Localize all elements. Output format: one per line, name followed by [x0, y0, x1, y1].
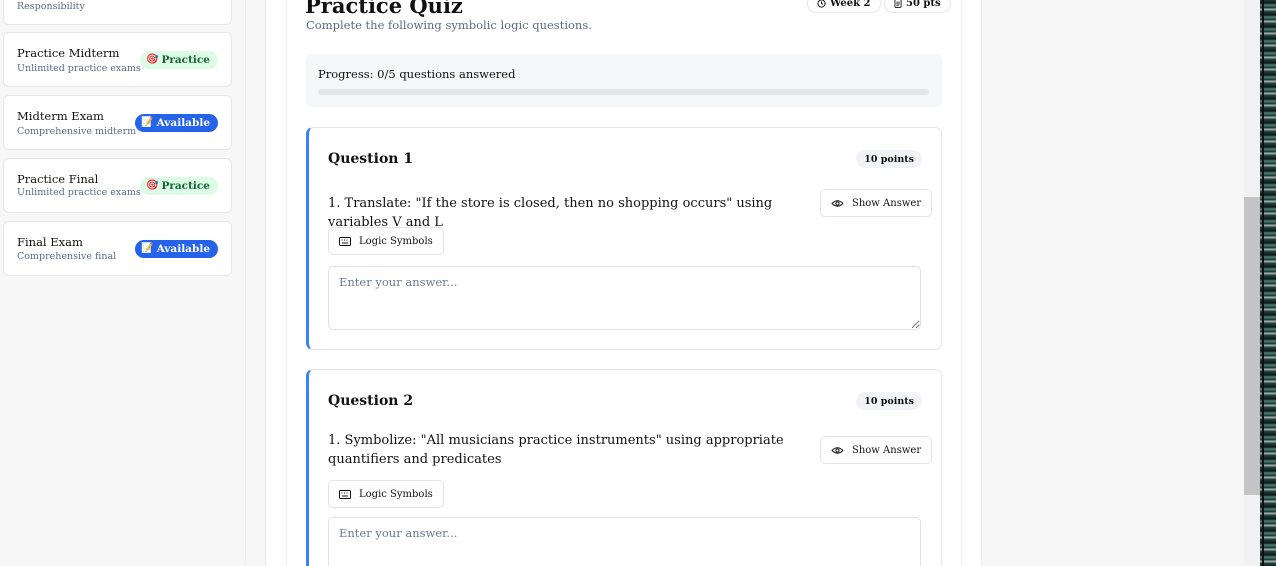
memo-icon: 📝 — [141, 243, 154, 254]
show-answer-label: Show Answer — [852, 444, 922, 456]
sidebar-item-practice-midterm[interactable]: Practice Midterm Unlimited practice exam… — [3, 32, 232, 87]
badge-label: Practice — [161, 54, 210, 66]
sidebar-item-midterm-exam[interactable]: Midterm Exam Comprehensive midterm 📝 Ava… — [3, 95, 232, 150]
eye-icon — [831, 446, 844, 454]
memo-icon: 📝 — [141, 117, 154, 128]
target-icon: 🎯 — [146, 54, 159, 65]
progress-text: Progress: 0/5 questions answered — [318, 67, 516, 81]
answer-input[interactable] — [328, 517, 921, 566]
logic-symbols-button[interactable]: Logic Symbols — [328, 227, 444, 255]
sidebar-item-practice-final[interactable]: Practice Final Unlimited practice exams … — [3, 158, 232, 213]
page-subtitle: Complete the following symbolic logic qu… — [306, 18, 592, 32]
sidebar-item-responsibility[interactable]: Responsibility — [3, 0, 232, 25]
page-title: Practice Quiz — [305, 0, 463, 18]
sidebar-item-title: Final Exam — [17, 235, 83, 249]
sidebar-item-subtitle: Comprehensive midterm — [17, 126, 137, 137]
question-title: Question 2 — [328, 393, 414, 409]
logic-symbols-label: Logic Symbols — [359, 235, 433, 247]
question-card-2: Question 2 10 points 1. Symbolize: "All … — [306, 369, 942, 566]
points-total-label: 50 pts — [906, 0, 941, 9]
progress-panel: Progress: 0/5 questions answered — [306, 54, 942, 107]
sidebar: Responsibility Practice Midterm Unlimite… — [0, 0, 246, 566]
keyboard-icon — [339, 489, 351, 499]
logic-symbols-button[interactable]: Logic Symbols — [328, 480, 444, 508]
scrollbar-thumb[interactable] — [1244, 197, 1260, 495]
sidebar-item-title: Practice Midterm — [17, 46, 120, 60]
show-answer-button[interactable]: Show Answer — [820, 189, 933, 217]
question-card-1: Question 1 10 points 1. Translate: "If t… — [306, 127, 942, 350]
progress-bar — [318, 89, 929, 95]
question-points-badge: 10 points — [856, 150, 922, 168]
target-icon: 🎯 — [146, 180, 159, 191]
week-badge: Week 2 — [807, 0, 881, 13]
show-answer-label: Show Answer — [852, 197, 922, 209]
points-total-badge: 50 pts — [884, 0, 951, 13]
eye-icon — [831, 199, 844, 207]
window-border — [1262, 0, 1264, 566]
question-points-badge: 10 points — [856, 392, 922, 410]
badge-label: Available — [156, 117, 210, 129]
sidebar-item-subtitle: Comprehensive final — [17, 251, 117, 262]
question-title: Question 1 — [328, 151, 414, 167]
available-badge: 📝 Available — [135, 240, 218, 258]
badge-label: Available — [156, 243, 210, 255]
week-label: Week 2 — [830, 0, 871, 9]
badge-label: Practice — [161, 180, 210, 192]
logic-symbols-label: Logic Symbols — [359, 488, 433, 500]
clock-icon — [817, 0, 826, 8]
sidebar-item-title: Practice Final — [17, 172, 99, 186]
document-icon — [894, 0, 902, 8]
keyboard-icon — [339, 236, 351, 246]
practice-badge: 🎯 Practice — [140, 177, 218, 195]
sidebar-item-subtitle: Responsibility — [17, 1, 85, 12]
sidebar-item-final-exam[interactable]: Final Exam Comprehensive final 📝 Availab… — [3, 221, 232, 276]
practice-badge: 🎯 Practice — [140, 51, 218, 69]
available-badge: 📝 Available — [135, 114, 218, 132]
answer-input[interactable] — [328, 266, 921, 330]
sidebar-item-subtitle: Unlimited practice exams — [17, 187, 141, 198]
sidebar-item-title: Midterm Exam — [17, 109, 104, 123]
page-scrollbar[interactable] — [1244, 0, 1260, 566]
sidebar-item-subtitle: Unlimited practice exams — [17, 63, 141, 74]
show-answer-button[interactable]: Show Answer — [820, 436, 933, 464]
question-text: 1. Symbolize: "All musicians practice in… — [328, 433, 784, 467]
